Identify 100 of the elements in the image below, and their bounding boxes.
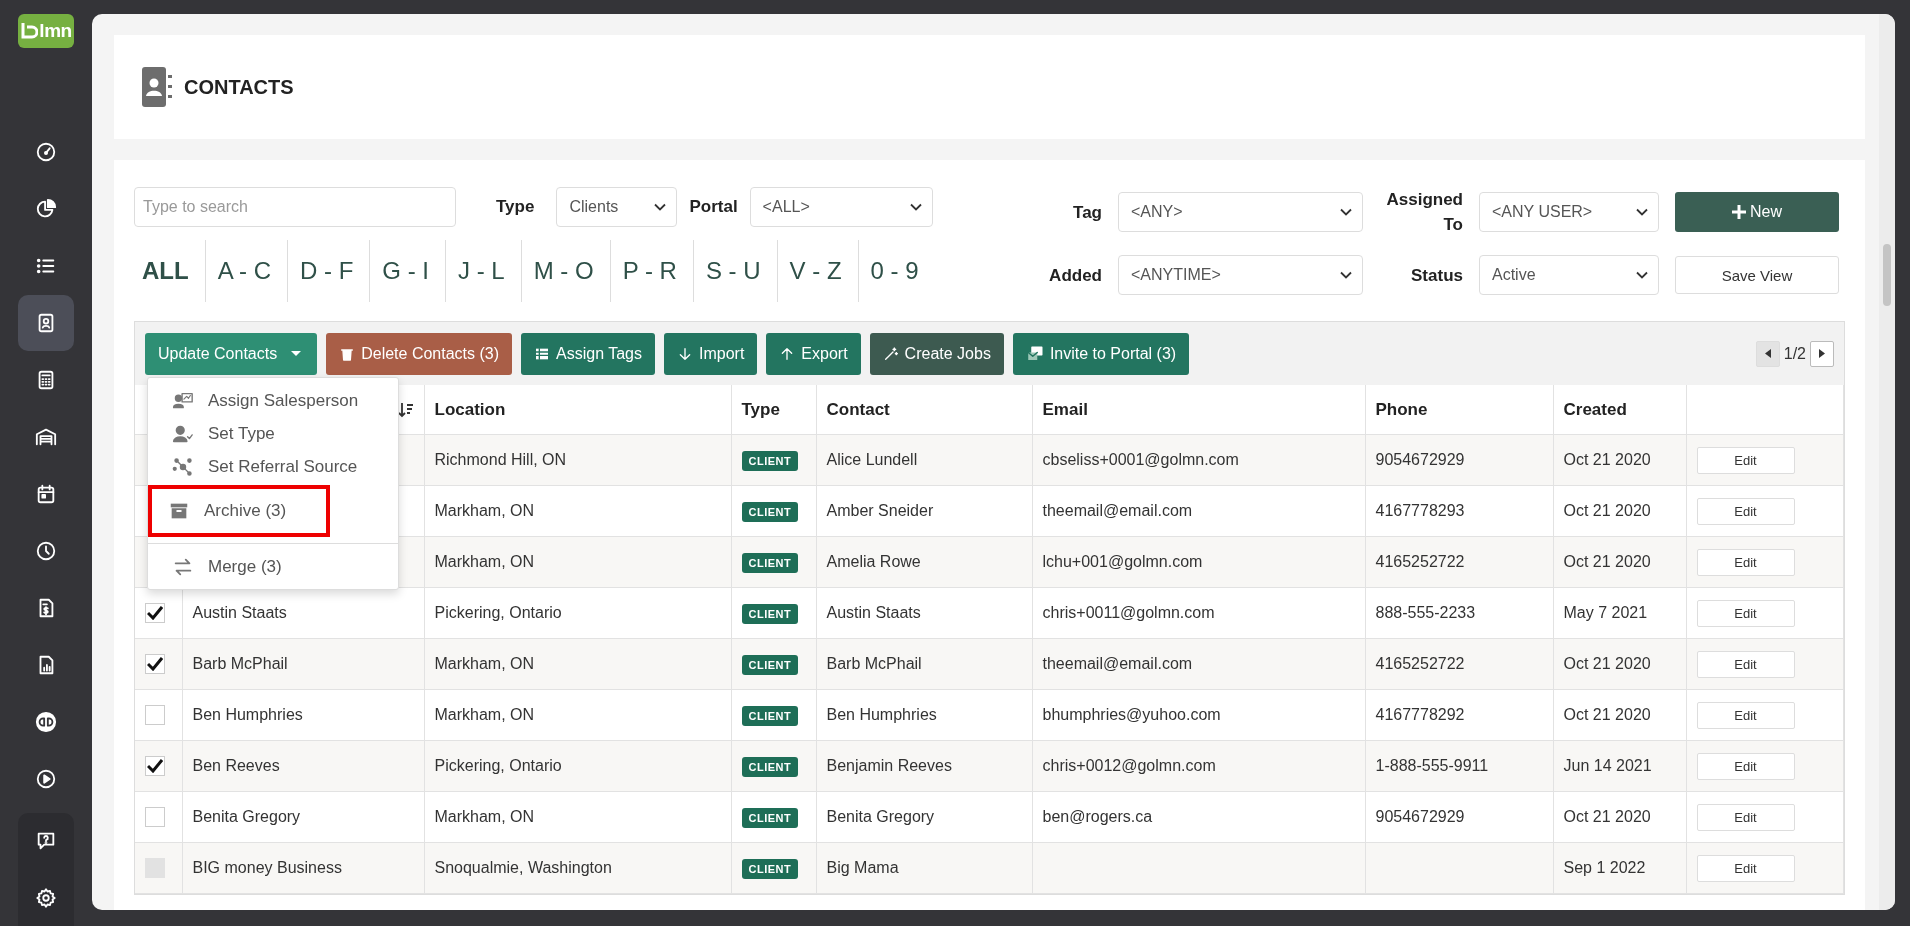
table-cell: Benita Gregory xyxy=(826,808,935,825)
new-button[interactable]: New xyxy=(1675,192,1839,232)
menu-item[interactable]: Set Type xyxy=(148,417,398,450)
letter-filter[interactable]: J - L xyxy=(446,240,522,302)
table-cell: Ben Reeves xyxy=(192,757,280,774)
table-cell: Amber Sneider xyxy=(826,502,934,519)
sort-icon[interactable] xyxy=(397,401,414,418)
dropdown-select[interactable]: <ANY USER> xyxy=(1479,192,1659,232)
edit-button[interactable]: Edit xyxy=(1696,650,1795,678)
table-cell: chris+0011@golmn.com xyxy=(1042,604,1215,621)
letter-filter[interactable]: ALL xyxy=(134,240,206,302)
column-header: Email xyxy=(1032,385,1365,435)
column-header: Created xyxy=(1553,385,1686,435)
table-cell: Richmond Hill, ON xyxy=(434,451,567,468)
letter-filter[interactable]: 0 - 9 xyxy=(858,240,935,302)
row-checkbox[interactable] xyxy=(145,603,165,623)
menu-item[interactable]: Set Referral Source xyxy=(148,450,398,483)
toolbar-button[interactable]: Create Jobs xyxy=(869,332,1004,375)
table-cell: Oct 21 2020 xyxy=(1563,655,1651,672)
clock-icon xyxy=(35,540,57,562)
table-cell: 888-555-2233 xyxy=(1375,604,1476,621)
nav-item[interactable] xyxy=(18,295,74,351)
table-cell: Ben Humphries xyxy=(192,706,303,723)
edit-button[interactable]: Edit xyxy=(1696,548,1795,576)
toolbar-button[interactable]: Delete Contacts (3) xyxy=(326,332,513,375)
table-cell: Jun 14 2021 xyxy=(1563,757,1652,774)
page-title: CONTACTS xyxy=(184,75,294,99)
table-cell: Markham, ON xyxy=(434,655,535,672)
letter-filter[interactable]: P - R xyxy=(610,240,694,302)
chevron-down-icon xyxy=(1340,271,1352,279)
row-checkbox[interactable] xyxy=(145,756,165,776)
table-cell: Oct 21 2020 xyxy=(1563,502,1651,519)
table-cell: Markham, ON xyxy=(434,553,535,570)
edit-button[interactable]: Edit xyxy=(1696,599,1795,627)
save-view-button[interactable]: Save View xyxy=(1675,256,1839,294)
letter-filter[interactable]: G - I xyxy=(370,240,446,302)
letter-filter[interactable]: D - F xyxy=(288,240,371,302)
table-cell: bhumphries@yuhoo.com xyxy=(1042,706,1221,723)
dropdown-select[interactable]: <ALL> xyxy=(749,187,933,227)
edit-button[interactable]: Edit xyxy=(1696,803,1795,831)
chevron-down-icon xyxy=(1340,208,1352,216)
garage-icon xyxy=(35,426,57,448)
menu-item[interactable]: Assign Salesperson xyxy=(148,384,398,417)
edit-button[interactable]: Edit xyxy=(1696,752,1795,780)
left-triangle-icon xyxy=(1764,349,1771,358)
edit-button[interactable]: Edit xyxy=(1696,701,1795,729)
table-cell: cbseliss+0001@golmn.com xyxy=(1042,451,1239,468)
letter-filter[interactable]: S - U xyxy=(693,240,778,302)
letter-filter[interactable]: A - C xyxy=(205,240,288,302)
filter-label: Tag xyxy=(1072,201,1102,224)
envelopes-icon xyxy=(1025,344,1044,363)
dropdown-select[interactable]: <ANY> xyxy=(1118,192,1363,232)
table-cell: theemail@email.com xyxy=(1042,655,1193,672)
toolbar-button[interactable]: Assign Tags xyxy=(521,332,655,375)
dropdown-select[interactable]: Clients xyxy=(556,187,678,227)
type-badge: CLIENT xyxy=(741,553,799,573)
column-header: Phone xyxy=(1365,385,1553,435)
table-cell: Oct 21 2020 xyxy=(1563,553,1651,570)
dropdown-select[interactable]: <ANYTIME> xyxy=(1118,255,1363,295)
previous-page-button[interactable] xyxy=(1755,340,1780,367)
table-cell: 1-888-555-9911 xyxy=(1375,757,1489,774)
plus-icon xyxy=(1732,205,1746,219)
table-cell: Benita Gregory xyxy=(192,808,301,825)
toolbar-button[interactable]: Import xyxy=(664,332,758,375)
row-checkbox[interactable] xyxy=(145,807,165,827)
table-cell: Austin Staats xyxy=(192,604,287,621)
table-cell: 4165252722 xyxy=(1375,553,1465,570)
toolbar-button[interactable]: Update Contacts xyxy=(145,332,318,375)
table-cell: lchu+001@golmn.com xyxy=(1042,553,1203,570)
edit-button[interactable]: Edit xyxy=(1696,497,1795,525)
quickbooks-icon xyxy=(35,711,57,733)
settings-icon xyxy=(35,887,57,909)
check-icon xyxy=(147,606,163,620)
menu-item[interactable]: Archive (3) xyxy=(148,485,330,537)
filter-label: Assigned To xyxy=(1385,189,1463,236)
row-checkbox[interactable] xyxy=(145,654,165,674)
chevron-down-icon xyxy=(654,203,667,211)
pie-chart-icon xyxy=(35,198,57,220)
table-cell: Alice Lundell xyxy=(826,451,918,468)
letter-filter[interactable]: M - O xyxy=(521,240,611,302)
table-cell: Barb McPhail xyxy=(192,655,288,672)
scrollbar[interactable] xyxy=(1879,14,1895,910)
dropdown-select[interactable]: Active xyxy=(1479,255,1659,295)
caret-icon xyxy=(291,351,302,356)
next-page-button[interactable] xyxy=(1810,340,1834,367)
type-badge: CLIENT xyxy=(741,451,799,471)
letter-filter[interactable]: V - Z xyxy=(777,240,859,302)
filter-label: Type xyxy=(496,197,535,217)
edit-button[interactable]: Edit xyxy=(1696,446,1795,474)
row-checkbox[interactable] xyxy=(145,705,165,725)
contact-book-icon xyxy=(142,67,172,107)
type-badge: CLIENT xyxy=(741,604,799,624)
search-field[interactable]: Type to search xyxy=(134,187,456,227)
toolbar-button[interactable]: Export xyxy=(766,332,861,375)
right-triangle-icon xyxy=(1819,349,1825,358)
toolbar-button[interactable]: Invite to Portal (3) xyxy=(1012,332,1190,375)
gauge-icon xyxy=(35,141,57,163)
table-cell: Amelia Rowe xyxy=(826,553,921,570)
filter-label: Status xyxy=(1410,264,1463,287)
menu-item[interactable]: Merge (3) xyxy=(148,543,398,583)
